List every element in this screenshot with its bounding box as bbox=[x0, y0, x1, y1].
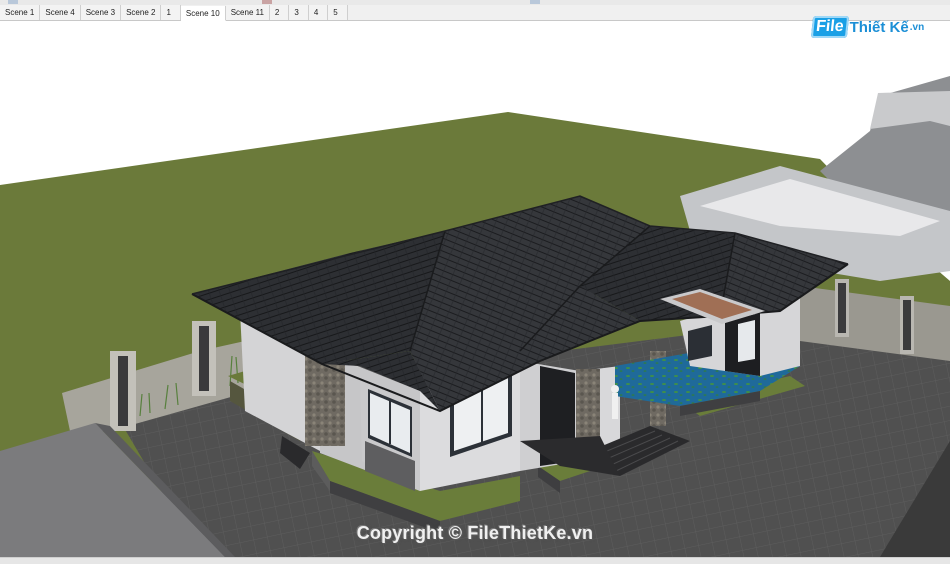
person-figure bbox=[612, 393, 618, 419]
toolbar-button[interactable] bbox=[8, 0, 18, 4]
scene-tab[interactable]: Scene 4 bbox=[40, 5, 81, 20]
scene-tab[interactable]: Scene 1 bbox=[0, 5, 41, 20]
toolbar-button[interactable] bbox=[262, 0, 272, 4]
scene-tab[interactable]: Scene 10 bbox=[180, 6, 226, 21]
3d-viewport[interactable] bbox=[0, 21, 950, 557]
scene-tab[interactable]: Scene 11 bbox=[225, 5, 270, 20]
scene-tab[interactable]: 2 bbox=[269, 5, 290, 20]
model-scene bbox=[0, 76, 950, 557]
toolbar-button[interactable] bbox=[530, 0, 540, 4]
scene-tab-bar: Scene 1 Scene 4 Scene 3 Scene 2 1 Scene 10 Sce… bbox=[0, 5, 950, 21]
logo-tld: .vn bbox=[909, 21, 925, 33]
window bbox=[688, 325, 712, 361]
logo-text: Thiết Kế bbox=[849, 18, 909, 36]
scene-tab[interactable]: Scene 2 bbox=[121, 5, 162, 20]
scene-tab[interactable]: 5 bbox=[328, 5, 348, 20]
filethietke-logo: File Thiết Kế .vn bbox=[810, 12, 925, 42]
scene-tab[interactable]: 3 bbox=[289, 5, 309, 20]
scene-tab[interactable]: 4 bbox=[308, 5, 329, 20]
logo-file-badge: File bbox=[810, 16, 849, 38]
scene-tab[interactable]: 1 bbox=[161, 5, 181, 20]
scene-tab[interactable]: Scene 3 bbox=[80, 5, 122, 20]
copyright-watermark: Copyright © FileThietKe.vn bbox=[356, 523, 594, 543]
